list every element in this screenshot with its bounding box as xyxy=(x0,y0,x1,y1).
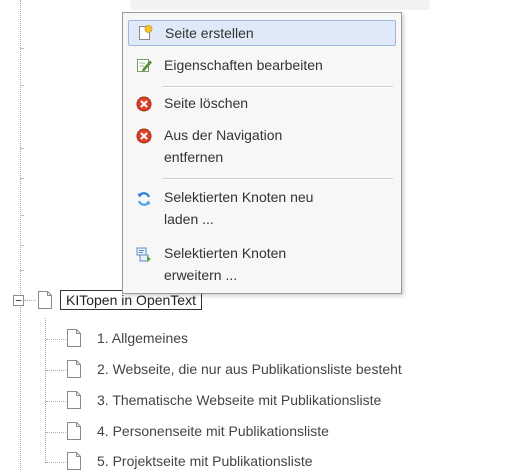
tree-node-label: 5. Projektseite mit Publikationsliste xyxy=(97,453,313,469)
page-icon xyxy=(66,360,82,378)
tree-tick xyxy=(20,148,24,149)
menu-item-label: Seite löschen xyxy=(164,95,249,111)
menu-item-label-line2: entfernen xyxy=(164,149,224,165)
tree-node-label: 2. Webseite, die nur aus Publikationslis… xyxy=(97,361,402,377)
tree-node-label: 1. Allgemeines xyxy=(97,330,189,346)
menu-item-label-line1: Selektierten Knoten xyxy=(164,245,287,261)
expand-node-icon xyxy=(136,247,152,263)
tree-tick xyxy=(20,270,24,271)
page-icon xyxy=(37,291,53,309)
tree-branch-line xyxy=(24,300,36,301)
edit-properties-icon xyxy=(136,57,152,73)
tree-tick xyxy=(20,215,24,216)
new-page-icon xyxy=(137,25,153,41)
menu-separator xyxy=(163,178,393,180)
tree-tick xyxy=(20,178,24,179)
refresh-icon xyxy=(136,191,152,207)
page-icon xyxy=(66,452,82,470)
tree-branch-line xyxy=(46,339,66,340)
tree-branch-line xyxy=(46,370,66,371)
tree-tick xyxy=(20,85,24,86)
menu-item-label-line2: laden ... xyxy=(164,211,214,227)
menu-item-knoten-neu-laden[interactable]: Selektierten Knoten neu laden ... xyxy=(128,185,396,231)
tree-tick xyxy=(20,245,24,246)
tree-guide-line xyxy=(20,0,21,470)
menu-item-seite-loeschen[interactable]: Seite löschen xyxy=(128,91,396,117)
menu-item-seite-erstellen[interactable]: Seite erstellen xyxy=(128,20,396,46)
menu-separator xyxy=(163,86,393,88)
tree-branch-line xyxy=(46,432,66,433)
delete-icon xyxy=(136,96,152,112)
tree-branch-line xyxy=(46,401,66,402)
menu-item-label-line2: erweitern ... xyxy=(164,267,238,283)
menu-item-eigenschaften-bearbeiten[interactable]: Eigenschaften bearbeiten xyxy=(128,53,396,79)
tree-node-label: 4. Personenseite mit Publikationsliste xyxy=(97,423,329,439)
menu-item-knoten-erweitern[interactable]: Selektierten Knoten erweitern ... xyxy=(128,241,396,287)
tree-branch-line xyxy=(46,462,66,463)
page-icon xyxy=(66,422,82,440)
menu-item-label-line1: Aus der Navigation xyxy=(164,127,283,143)
page-icon xyxy=(66,391,82,409)
menu-item-aus-navigation-entfernen[interactable]: Aus der Navigation entfernen xyxy=(128,123,396,169)
context-menu: Seite erstellen Eigenschaften bearbeiten… xyxy=(122,12,402,294)
collapse-toggle[interactable]: − xyxy=(13,295,24,306)
page-icon xyxy=(66,329,82,347)
blurred-background-text xyxy=(130,0,430,10)
remove-icon xyxy=(136,128,152,144)
menu-item-label: Seite erstellen xyxy=(165,25,254,41)
menu-item-label-line1: Selektierten Knoten neu xyxy=(164,189,314,205)
tree-tick xyxy=(20,48,24,49)
tree-node-label: 3. Thematische Webseite mit Publikations… xyxy=(97,392,382,408)
menu-item-label: Eigenschaften bearbeiten xyxy=(164,57,323,73)
